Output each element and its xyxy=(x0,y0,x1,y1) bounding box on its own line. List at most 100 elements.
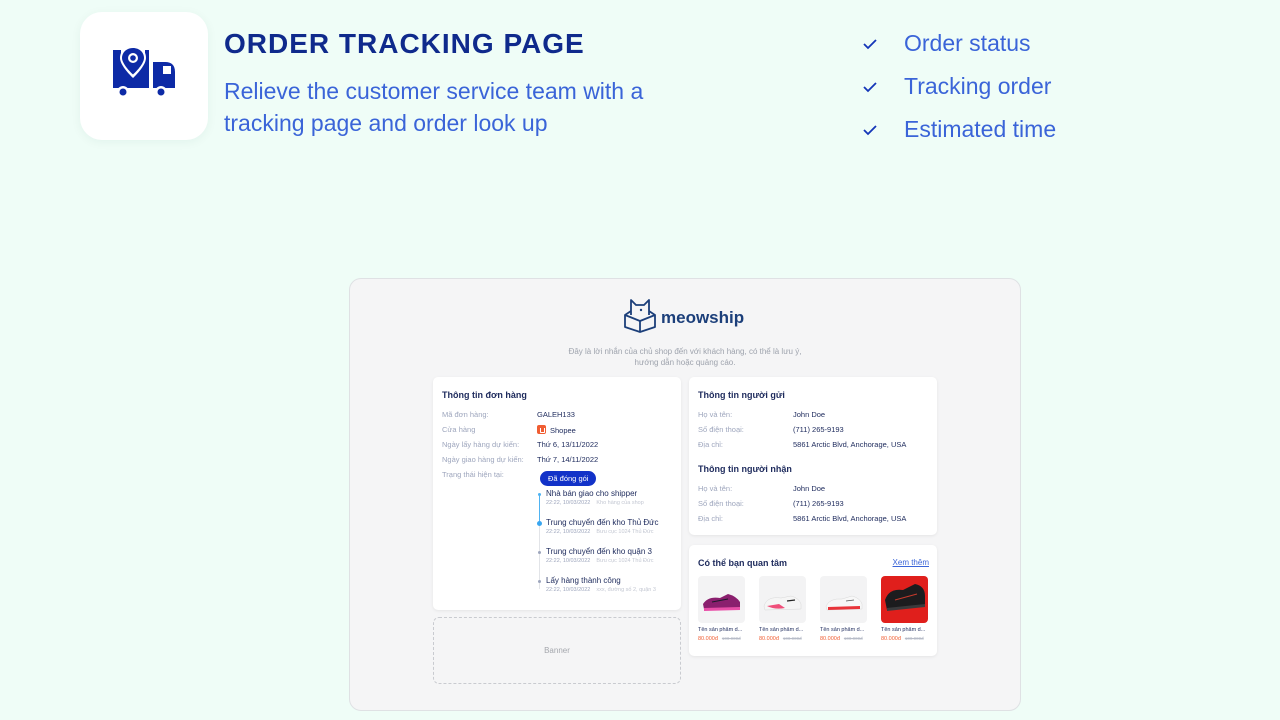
feature-list: Order status Tracking order Estimated ti… xyxy=(862,22,1056,151)
product-old-price: 100.000đ xyxy=(721,636,741,641)
timeline-dot xyxy=(538,580,541,583)
timeline-title: Trung chuyển đến kho quận 3 xyxy=(546,547,653,556)
order-row-code: Mã đơn hàng: GALEH133 xyxy=(442,410,575,419)
recommendations-card: Có thể bạn quan tâm Xem thêm Tên sản phẩ… xyxy=(689,545,937,656)
row-label: Ngày giao hàng dự kiến: xyxy=(442,455,524,464)
product-card[interactable]: Tên sản phẩm d... 80.000đ 100.000đ xyxy=(881,576,928,642)
banner-placeholder[interactable]: Banner xyxy=(433,617,681,684)
product-list: Tên sản phẩm d... 80.000đ 100.000đ Tên sả… xyxy=(698,576,928,642)
sender-row-address: Địa chỉ: 5861 Arctic Blvd, Anchorage, US… xyxy=(698,440,906,449)
product-old-price: 100.000đ xyxy=(904,636,924,641)
sender-receiver-card: Thông tin người gửi Họ và tên: John Doe … xyxy=(689,377,937,535)
order-row-delivery-date: Ngày giao hàng dự kiến: Thứ 7, 14/11/202… xyxy=(442,455,598,464)
receiver-phone: (711) 265-9193 xyxy=(793,499,844,508)
order-row-pickup-date: Ngày lấy hàng dự kiến: Thứ 6, 13/11/2022 xyxy=(442,440,598,449)
receiver-row-name: Họ và tên: John Doe xyxy=(698,484,825,493)
receiver-title: Thông tin người nhận xyxy=(698,464,792,474)
timeline-dot xyxy=(538,551,541,554)
receiver-address: 5861 Arctic Blvd, Anchorage, USA xyxy=(793,514,907,523)
brand-name: meowship xyxy=(661,307,745,327)
product-price: 80.000đ 100.000đ xyxy=(759,636,806,642)
cat-box-logo-icon xyxy=(623,297,657,338)
sender-name: John Doe xyxy=(793,410,826,419)
product-card[interactable]: Tên sản phẩm d... 80.000đ 100.000đ xyxy=(698,576,745,642)
feature-label: Tracking order xyxy=(904,73,1052,99)
product-card[interactable]: Tên sản phẩm d... 80.000đ 100.000đ xyxy=(820,576,867,642)
order-info-title: Thông tin đơn hàng xyxy=(442,390,527,400)
row-label: Số điện thoại: xyxy=(698,425,744,434)
product-name: Tên sản phẩm d... xyxy=(698,627,743,633)
product-image-shoe-pink-purple xyxy=(698,576,745,623)
timeline-meta: 22:22, 10/03/2022 xxx, đường số 2, quận 3 xyxy=(546,587,656,593)
order-row-status: Trạng thái hiện tại: xyxy=(442,470,504,479)
order-code-value: GALEH133 xyxy=(537,410,575,419)
location-truck-icon xyxy=(111,45,177,107)
brand-logo: meowship xyxy=(623,297,744,338)
timeline-dot xyxy=(538,493,541,496)
row-label: Địa chỉ: xyxy=(698,514,724,523)
timeline-meta: 22:22, 10/03/2022 Kho hàng của shop xyxy=(546,500,644,506)
product-price: 80.000đ 100.000đ xyxy=(881,636,928,642)
sender-address: 5861 Arctic Blvd, Anchorage, USA xyxy=(793,440,907,449)
tracking-page-preview: meowship Đây là lời nhắn của chủ shop đế… xyxy=(349,278,1021,711)
timeline-dot-current xyxy=(537,521,542,526)
shop-note: Đây là lời nhắn của chủ shop đến với khá… xyxy=(350,346,1020,368)
timeline-time: 22:22, 10/03/2022 xyxy=(546,500,591,506)
row-label: Địa chỉ: xyxy=(698,440,724,449)
store-name: Shopee xyxy=(550,426,576,435)
timeline-meta: 22:22, 10/03/2022 Bưu cục 1024 Thủ Đức xyxy=(546,529,653,535)
row-label: Số điện thoại: xyxy=(698,499,744,508)
tracking-timeline: Nhà bán giao cho shipper 22:22, 10/03/20… xyxy=(537,489,677,597)
product-sale-price: 80.000đ xyxy=(698,636,718,642)
feature-label: Estimated time xyxy=(904,116,1057,142)
check-icon xyxy=(862,81,904,93)
shop-note-line: Đây là lời nhắn của chủ shop đến với khá… xyxy=(568,347,802,356)
sender-title: Thông tin người gửi xyxy=(698,390,785,400)
feature-item: Tracking order xyxy=(862,65,1056,108)
row-label: Ngày lấy hàng dự kiến: xyxy=(442,440,520,449)
product-name: Tên sản phẩm d... xyxy=(759,627,804,633)
shop-note-line: hướng dẫn hoặc quảng cáo. xyxy=(634,358,736,367)
page-title: ORDER TRACKING PAGE xyxy=(224,28,585,59)
product-image-shoe-white-pink xyxy=(759,576,806,623)
see-more-link[interactable]: Xem thêm xyxy=(893,558,929,567)
timeline-time: 22:22, 10/03/2022 xyxy=(546,529,591,535)
product-sale-price: 80.000đ xyxy=(759,636,779,642)
row-label: Mã đơn hàng: xyxy=(442,410,489,419)
status-badge: Đã đóng gói xyxy=(540,471,597,486)
row-label: Họ và tên: xyxy=(698,410,733,419)
pickup-date-value: Thứ 6, 13/11/2022 xyxy=(537,440,599,449)
product-price: 80.000đ 100.000đ xyxy=(820,636,867,642)
row-label: Trạng thái hiện tại: xyxy=(442,470,504,479)
receiver-name: John Doe xyxy=(793,484,826,493)
page-subtitle: Relieve the customer service team with a… xyxy=(224,78,644,136)
row-label: Họ và tên: xyxy=(698,484,733,493)
sender-phone: (711) 265-9193 xyxy=(793,425,844,434)
timeline-time: 22:22, 10/03/2022 xyxy=(546,558,591,564)
product-price: 80.000đ 100.000đ xyxy=(698,636,745,642)
delivery-date-value: Thứ 7, 14/11/2022 xyxy=(537,455,599,464)
app-icon-tile xyxy=(80,12,208,140)
check-icon xyxy=(862,124,904,136)
product-old-price: 100.000đ xyxy=(782,636,802,641)
product-sale-price: 80.000đ xyxy=(820,636,840,642)
timeline-place: Bưu cục 1024 Thủ Đức xyxy=(596,529,654,535)
order-info-card: Thông tin đơn hàng Mã đơn hàng: GALEH133… xyxy=(433,377,681,610)
product-card[interactable]: Tên sản phẩm d... 80.000đ 100.000đ xyxy=(759,576,806,642)
timeline-place: Kho hàng của shop xyxy=(596,500,644,506)
sender-row-phone: Số điện thoại: (711) 265-9193 xyxy=(698,425,844,434)
sender-row-name: Họ và tên: John Doe xyxy=(698,410,825,419)
feature-item: Estimated time xyxy=(862,108,1056,151)
product-image-shoe-black-red xyxy=(881,576,928,623)
timeline-time: 22:22, 10/03/2022 xyxy=(546,587,591,593)
check-icon xyxy=(862,38,904,50)
timeline-meta: 22:22, 10/03/2022 Bưu cục 1024 Thủ Đức xyxy=(546,558,653,564)
timeline-title: Nhà bán giao cho shipper xyxy=(546,489,638,498)
product-name: Tên sản phẩm d... xyxy=(820,627,865,633)
product-name: Tên sản phẩm d... xyxy=(881,627,926,633)
product-old-price: 100.000đ xyxy=(843,636,863,641)
product-image-shoe-white-red xyxy=(820,576,867,623)
receiver-row-address: Địa chỉ: 5861 Arctic Blvd, Anchorage, US… xyxy=(698,514,906,523)
receiver-row-phone: Số điện thoại: (711) 265-9193 xyxy=(698,499,844,508)
feature-item: Order status xyxy=(862,22,1056,65)
